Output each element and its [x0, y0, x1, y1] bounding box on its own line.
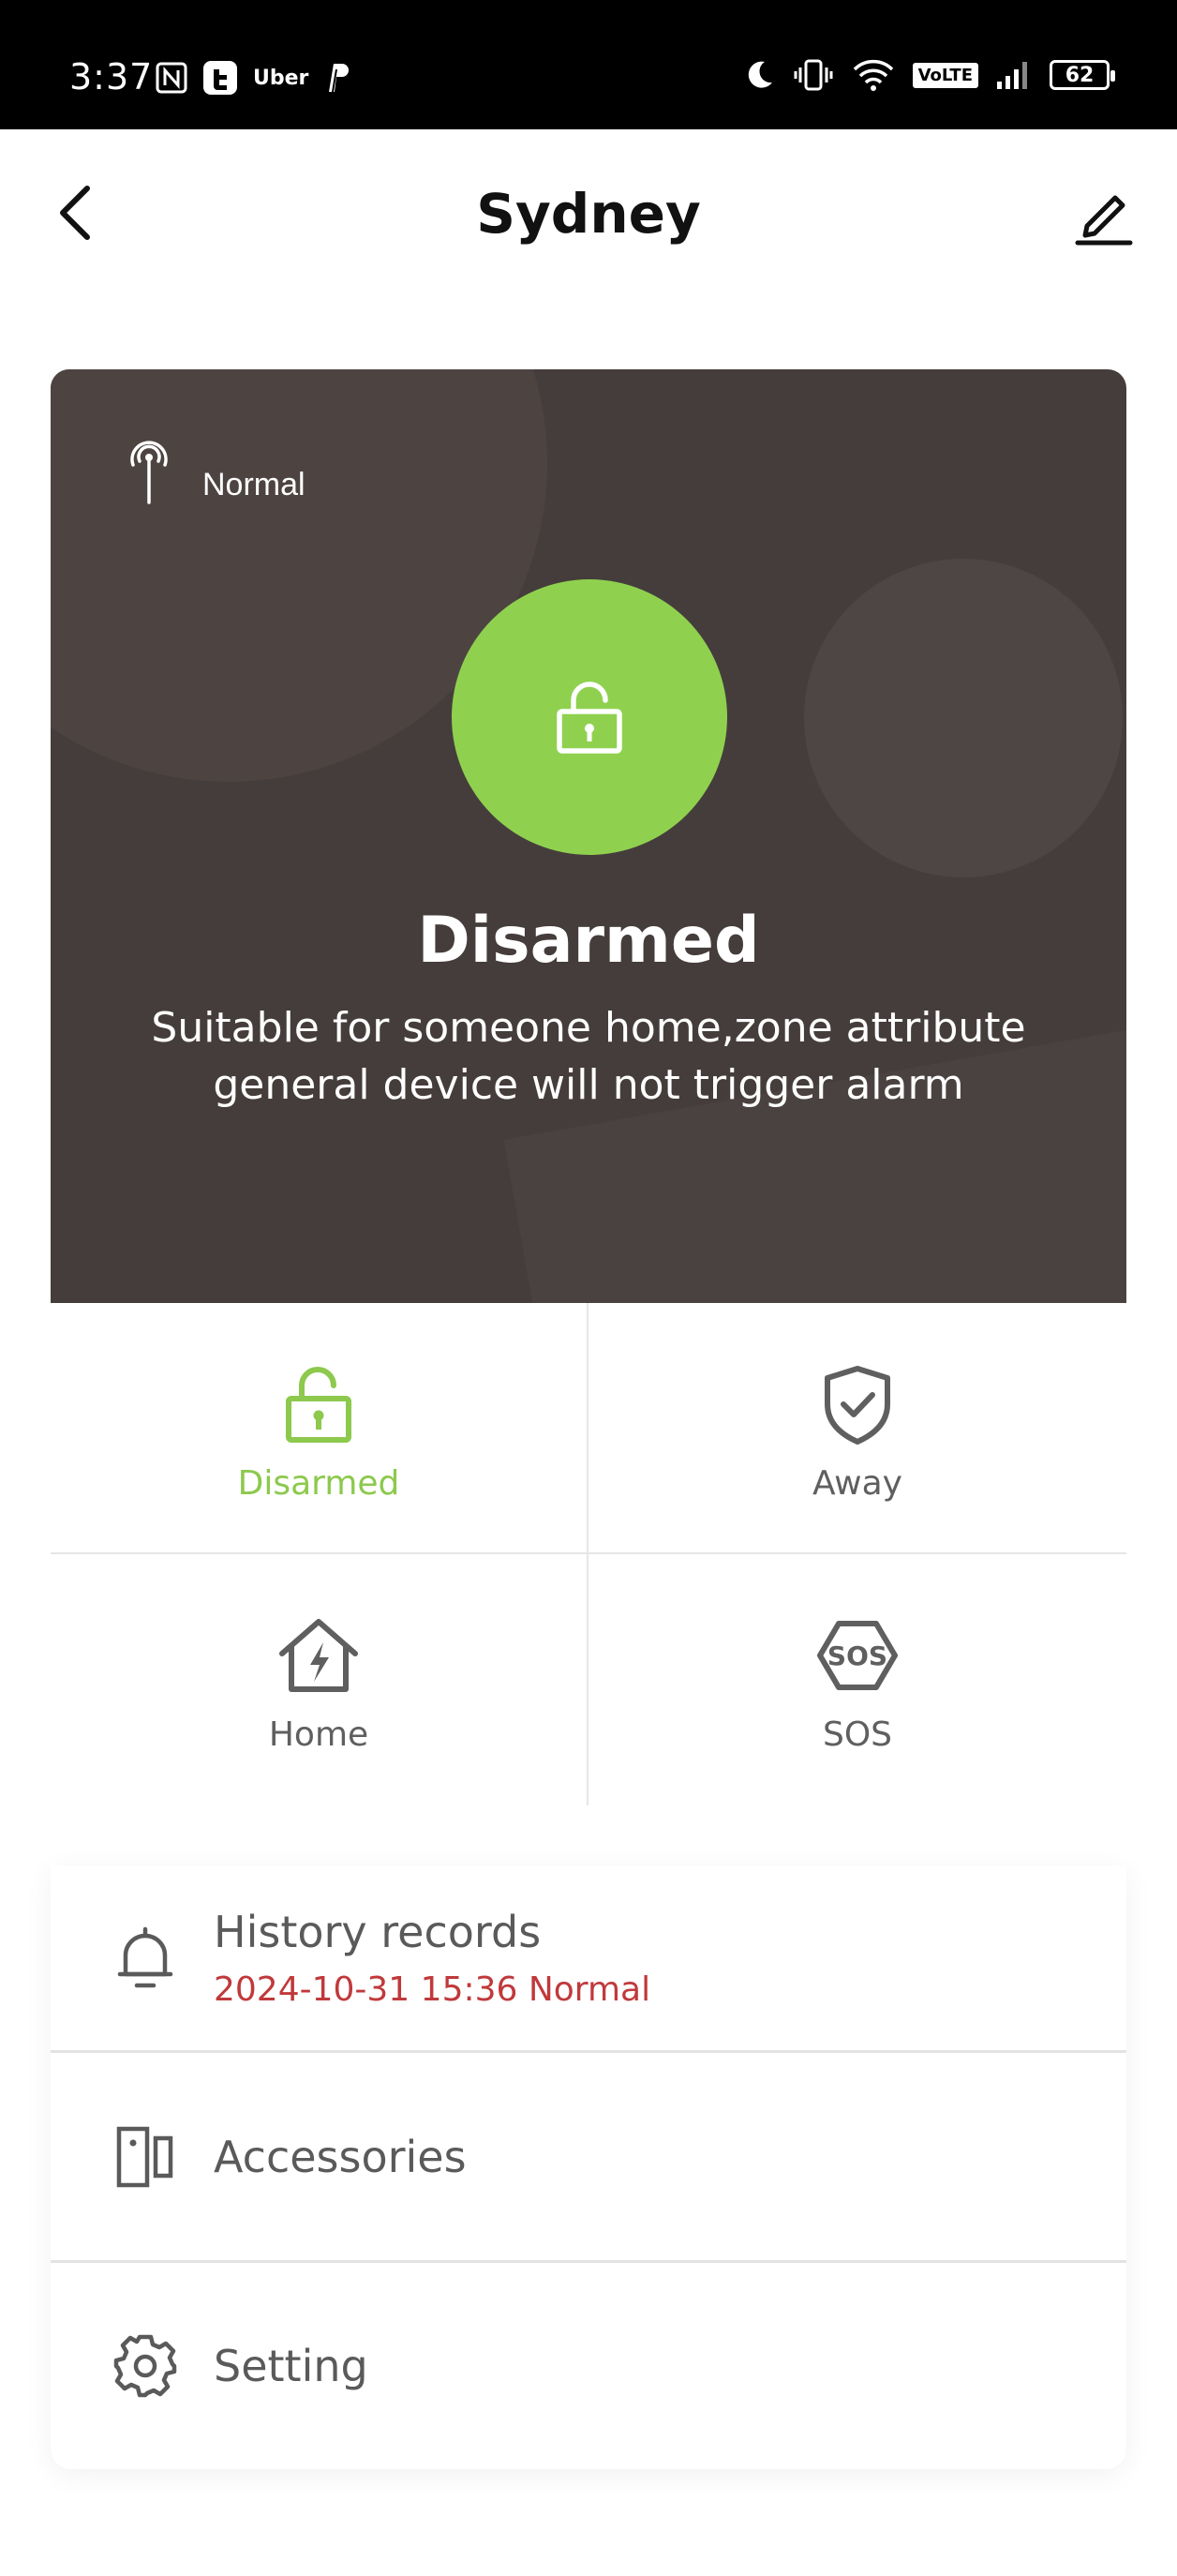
mode-label: Away	[812, 1464, 902, 1503]
uber-icon: Uber	[253, 66, 309, 90]
alarm-status-card: Normal Disarmed Suitable for someone hom…	[51, 369, 1126, 1303]
notification-icons: Uber	[156, 60, 350, 96]
accessories-item[interactable]: Accessories	[51, 2053, 1126, 2263]
shield-check-icon	[825, 1366, 890, 1445]
mode-label: Home	[268, 1715, 369, 1754]
system-icons: VoLTE 62	[742, 58, 1115, 92]
history-records-item[interactable]: History records 2024-10-31 15:36 Normal	[51, 1865, 1126, 2053]
mode-sos-button[interactable]: SOS SOS	[588, 1554, 1126, 1805]
sos-icon: SOS	[817, 1621, 898, 1690]
setting-item[interactable]: Setting	[51, 2263, 1126, 2469]
t-app-icon	[202, 60, 238, 96]
nfc-icon	[156, 62, 187, 94]
unlock-icon	[557, 681, 622, 754]
home-bolt-icon	[279, 1619, 358, 1692]
current-mode-title: Disarmed	[417, 904, 760, 978]
mode-label: Disarmed	[237, 1464, 400, 1503]
menu-list: History records 2024-10-31 15:36 Normal …	[51, 1865, 1126, 2469]
status-time: 3:37	[69, 56, 154, 97]
edit-button[interactable]	[1068, 180, 1140, 251]
app-header: Sydney	[0, 129, 1177, 311]
page-title: Sydney	[476, 182, 701, 246]
status-bar: 3:37 Uber VoLTE 62	[0, 0, 1177, 129]
door-sensor-icon	[116, 2126, 173, 2187]
current-mode-description: Suitable for someone home,zone attribute…	[151, 1004, 1026, 1109]
current-mode-badge	[452, 579, 727, 855]
pencil-icon	[1075, 195, 1133, 246]
battery-icon: 62	[1050, 60, 1115, 90]
antenna-signal-icon	[130, 441, 168, 504]
menu-item-title: Setting	[214, 2341, 368, 2391]
mode-selector: Disarmed Away Home SOS SOS	[51, 1303, 1126, 1805]
signal-status-label: Normal	[202, 467, 305, 502]
menu-item-title: History records	[214, 1907, 542, 1957]
mode-disarmed-button[interactable]: Disarmed	[51, 1303, 588, 1554]
svg-text:SOS: SOS	[827, 1640, 887, 1671]
wifi-icon	[851, 58, 896, 92]
vibrate-icon	[793, 58, 834, 92]
bell-icon	[117, 1926, 173, 1987]
decorative-circle	[804, 559, 1123, 877]
paypal-icon	[323, 62, 350, 94]
mode-home-button[interactable]: Home	[51, 1554, 588, 1805]
mode-away-button[interactable]: Away	[588, 1303, 1126, 1554]
last-record-text: 2024-10-31 15:36 Normal	[214, 1970, 651, 2009]
unlock-icon	[286, 1367, 351, 1443]
mode-label: SOS	[822, 1715, 893, 1754]
volte-icon: VoLTE	[912, 62, 978, 88]
cell-signal-icon	[995, 59, 1033, 91]
moon-icon	[742, 58, 776, 92]
menu-item-title: Accessories	[214, 2131, 467, 2182]
gear-icon	[113, 2334, 177, 2398]
